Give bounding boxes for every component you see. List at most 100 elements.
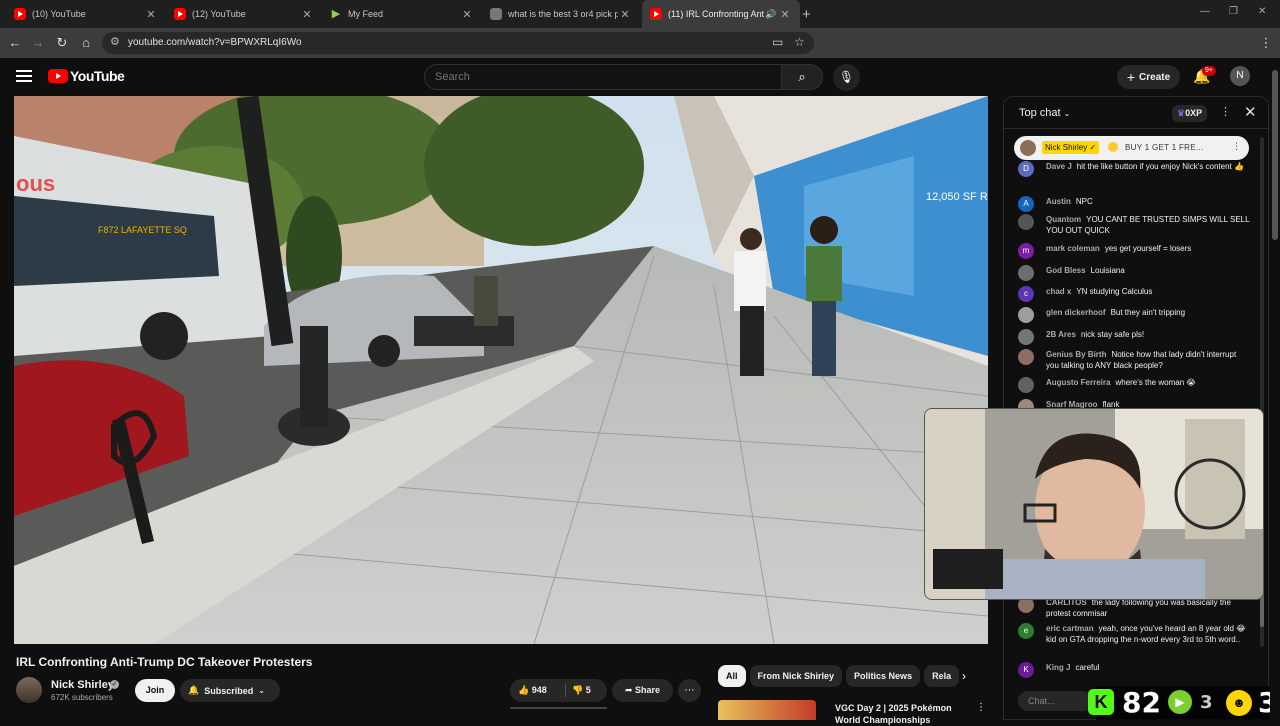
pinned-text: BUY 1 GET 1 FRE... — [1125, 143, 1204, 152]
play-circle-icon: ▶ — [1168, 690, 1192, 714]
close-tab-icon[interactable]: ✕ — [778, 8, 792, 21]
chat-text: Louisiana — [1090, 266, 1125, 275]
chevron-right-icon[interactable]: › — [962, 669, 966, 683]
browser-tab[interactable]: (12) YouTube ✕ — [166, 0, 322, 28]
menu-icon[interactable] — [16, 70, 32, 82]
verified-check-icon: ✓ — [110, 680, 119, 689]
pinned-menu-icon[interactable]: ⋮ — [1232, 141, 1241, 152]
speaker-icon[interactable]: 🔊 — [764, 9, 778, 20]
chat-message[interactable]: God Bless Louisiana — [1018, 265, 1250, 281]
join-button[interactable]: Join — [135, 679, 175, 702]
dislike-button[interactable]: 👎 5 — [572, 685, 591, 696]
recommendation-thumbnail[interactable] — [718, 700, 816, 720]
avatar: e — [1018, 623, 1034, 639]
bus-route-text: F872 LAFAYETTE SQ — [98, 225, 187, 235]
chip-from-channel[interactable]: From Nick Shirley — [749, 665, 843, 687]
chat-message[interactable]: Quantom YOU CANT BE TRUSTED SIMPS WILL SE… — [1018, 214, 1250, 236]
search-button[interactable]: ⌕ — [781, 64, 823, 90]
chat-message[interactable]: e eric cartman yeah, once you've heard an … — [1018, 623, 1250, 645]
chat-author: Augusto Ferreira — [1046, 378, 1111, 387]
like-button[interactable]: 👍 948 — [518, 685, 547, 696]
more-actions-button[interactable]: ⋯ — [678, 679, 701, 702]
bell-icon: 🔔 — [188, 685, 200, 695]
share-button[interactable]: ➦ Share — [612, 679, 673, 702]
pinned-message[interactable]: Nick Shirley ✓ BUY 1 GET 1 FRE... ⋮ — [1014, 136, 1249, 160]
subscribed-button[interactable]: 🔔 Subscribed ⌄ — [180, 679, 280, 702]
create-label: Create — [1139, 71, 1171, 83]
search-input[interactable] — [425, 65, 781, 89]
chat-text: nick stay safe pls! — [1080, 330, 1145, 339]
close-window-icon[interactable]: ✕ — [1258, 6, 1266, 17]
browser-tab[interactable]: ▶ My Feed ✕ — [322, 0, 482, 28]
chat-message[interactable]: D Dave J hit the like button if you enjoy … — [1018, 161, 1250, 177]
browser-tab[interactable]: (10) YouTube ✕ — [6, 0, 166, 28]
subscriber-count: 672K subscribers — [51, 693, 113, 702]
chip-related[interactable]: Rela — [924, 665, 960, 687]
site-info-icon[interactable]: ⚙ — [110, 35, 120, 48]
channel-name[interactable]: Nick Shirley — [51, 679, 114, 691]
youtube-favicon-icon — [650, 8, 662, 20]
close-icon[interactable]: ✕ — [1244, 103, 1257, 121]
close-tab-icon[interactable]: ✕ — [300, 8, 314, 21]
voice-search-button[interactable]: 🎙 — [833, 64, 860, 91]
scrollbar-thumb[interactable] — [1272, 70, 1278, 240]
account-avatar[interactable]: N — [1230, 66, 1250, 86]
chat-message[interactable]: m mark coleman yes get yourself = losers — [1018, 243, 1250, 259]
recommendation-title[interactable]: VGC Day 2 | 2025 Pokémon World Champions… — [835, 702, 965, 726]
chat-mode-dropdown[interactable]: Top chat ⌄ — [1019, 107, 1070, 119]
chat-message[interactable]: K King J careful — [1018, 662, 1250, 678]
youtube-logo[interactable]: YouTube — [48, 68, 125, 84]
chat-message[interactable]: CARLITOS the lady following you was basic… — [1018, 597, 1250, 619]
browser-tab-active[interactable]: (11) IRL Confronting Anti-Trump 🔊 ✕ — [642, 0, 800, 28]
chat-author: Austin — [1046, 197, 1071, 206]
home-icon[interactable]: ⌂ — [77, 34, 95, 52]
browser-tab[interactable]: what is the best 3 or4 pick party ✕ — [482, 0, 640, 28]
close-tab-icon[interactable]: ✕ — [618, 8, 632, 21]
reload-icon[interactable]: ↻ — [53, 34, 71, 52]
recommendation-menu-icon[interactable]: ⋮ — [976, 702, 986, 713]
chat-text: careful — [1075, 663, 1100, 672]
chip-all[interactable]: All — [718, 665, 746, 687]
chat-message[interactable]: 2B Ares nick stay safe pls! — [1018, 329, 1250, 345]
chat-author: glen dickerhoof — [1046, 308, 1106, 317]
page-scrollbar[interactable] — [1270, 58, 1280, 720]
chat-message[interactable]: A Austin NPC — [1018, 196, 1250, 212]
webcam-frame — [925, 409, 1263, 599]
chat-input[interactable]: Chat... — [1018, 691, 1093, 711]
tab-title: (11) IRL Confronting Anti-Trump — [668, 9, 764, 19]
chat-message[interactable]: glen dickerhoof But they ain't tripping — [1018, 307, 1250, 323]
bookmark-star-icon[interactable]: ☆ — [794, 35, 805, 49]
video-player[interactable]: 12,050 SF RETAIL OR LEASE F872 LAFAYETTE… — [14, 96, 988, 644]
pinned-author-name: Nick Shirley — [1045, 143, 1088, 152]
crown-icon: ♛ — [1177, 108, 1186, 118]
url-field[interactable]: ⚙ youtube.com/watch?v=BPWXRLqI6Wo ▭ ☆ — [102, 32, 814, 54]
cast-icon[interactable]: ▭ — [772, 35, 783, 49]
chat-text: where's the woman 😭 — [1115, 378, 1196, 387]
chat-menu-icon[interactable]: ⋮ — [1220, 105, 1231, 118]
chat-message[interactable]: Genius By Birth Notice how that lady didn… — [1018, 349, 1250, 371]
xp-badge[interactable]: ♛0XP — [1172, 105, 1208, 122]
thumbs-up-icon: 👍 — [518, 685, 530, 695]
chat-message[interactable]: c chad x YN studying Calculus — [1018, 286, 1250, 302]
search-box[interactable] — [424, 64, 782, 90]
channel-avatar[interactable] — [16, 677, 42, 703]
chat-text: YN studying Calculus — [1076, 287, 1153, 296]
avatar — [1018, 214, 1034, 230]
notification-badge: 9+ — [1202, 66, 1216, 76]
create-button[interactable]: + Create — [1117, 65, 1180, 89]
close-tab-icon[interactable]: ✕ — [144, 8, 158, 21]
new-tab-icon[interactable]: + — [802, 6, 811, 23]
maximize-icon[interactable]: ❐ — [1229, 6, 1238, 17]
minimize-icon[interactable]: — — [1200, 6, 1210, 17]
share-icon: ➦ — [624, 685, 633, 695]
chat-author: Quantom — [1046, 215, 1082, 224]
close-tab-icon[interactable]: ✕ — [460, 8, 474, 21]
back-icon[interactable]: ← — [6, 34, 24, 52]
recommendation-chips: All From Nick Shirley Politics News Rela — [718, 665, 973, 687]
chat-message[interactable]: Augusto Ferreira where's the woman 😭 — [1018, 377, 1250, 393]
forward-icon[interactable]: → — [29, 34, 47, 52]
chat-author: Dave J — [1046, 162, 1072, 171]
chip-politics-news[interactable]: Politics News — [846, 665, 921, 687]
kebab-menu-icon[interactable]: ⋮ — [1257, 34, 1275, 52]
plus-icon: + — [1126, 69, 1136, 85]
